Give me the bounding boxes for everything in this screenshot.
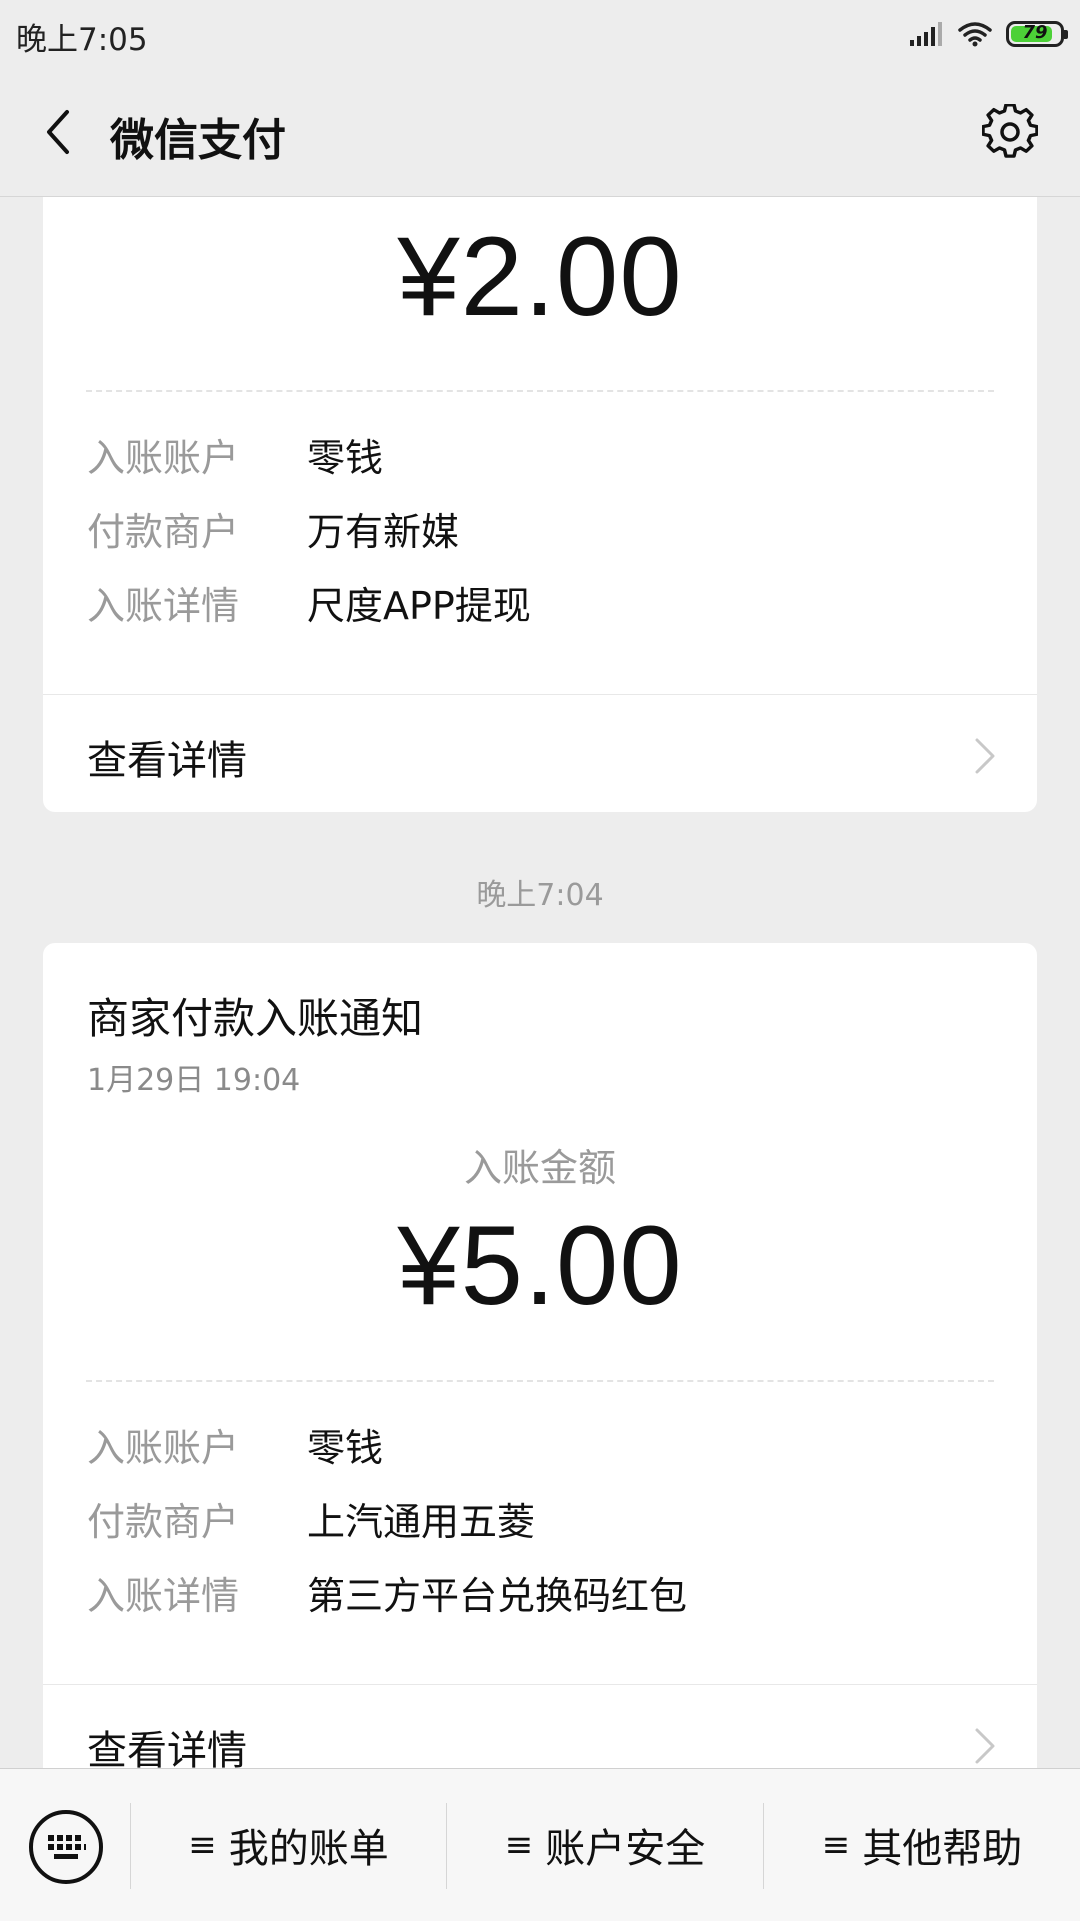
payment-notice-card: 商家付款入账通知 1月29日 19:04 入账金额 ¥5.00 入账账户 零钱 … xyxy=(43,943,1037,1768)
battery-level: 79 xyxy=(1022,22,1048,43)
info-label: 付款商户 xyxy=(87,509,240,554)
menu-label: 我的账单 xyxy=(228,1826,389,1872)
battery-icon: 79 xyxy=(1006,21,1068,47)
settings-button[interactable] xyxy=(978,100,1042,164)
keyboard-toggle-button[interactable] xyxy=(28,1809,104,1885)
info-label: 入账详情 xyxy=(87,1573,240,1618)
menu-lines-icon: ≡ xyxy=(188,1825,217,1865)
menu-lines-icon: ≡ xyxy=(821,1825,851,1865)
menu-my-bills[interactable]: ≡ 我的账单 xyxy=(131,1769,446,1921)
info-row-account: 入账账户 零钱 xyxy=(87,424,383,484)
card-title: 商家付款入账通知 xyxy=(87,994,424,1043)
info-label: 付款商户 xyxy=(87,1499,240,1544)
gear-icon xyxy=(982,104,1038,158)
info-label: 入账账户 xyxy=(87,435,240,480)
view-details-link[interactable]: 查看详情 xyxy=(43,1684,1037,1768)
keyboard-icon xyxy=(29,1810,103,1884)
info-row-merchant: 付款商户 上汽通用五菱 xyxy=(87,1488,535,1548)
menu-label: 其他帮助 xyxy=(862,1826,1023,1872)
dashed-divider xyxy=(86,390,994,392)
view-details-label: 查看详情 xyxy=(87,1728,247,1768)
status-bar: 晚上7:05 79 xyxy=(0,0,1080,68)
menu-other-help[interactable]: ≡ 其他帮助 xyxy=(764,1769,1080,1921)
amount-value: ¥5.00 xyxy=(397,1203,683,1328)
info-label: 入账详情 xyxy=(87,583,240,628)
info-value: 万有新媒 xyxy=(307,509,460,554)
amount-label: 入账金额 xyxy=(463,1146,616,1190)
time-separator: 晚上7:04 xyxy=(476,878,604,913)
back-arrow-icon xyxy=(47,110,69,154)
view-details-link[interactable]: 查看详情 xyxy=(43,694,1037,812)
info-row-detail: 入账详情 尺度APP提现 xyxy=(87,572,531,632)
payment-notice-card: ¥2.00 入账账户 零钱 付款商户 万有新媒 入账详情 尺度APP提现 查看详… xyxy=(43,196,1037,812)
info-value: 零钱 xyxy=(307,1425,384,1470)
menu-account-security[interactable]: ≡ 账户安全 xyxy=(447,1769,763,1921)
info-value: 上汽通用五菱 xyxy=(307,1499,536,1544)
bottom-menu-bar: ≡ 我的账单 ≡ 账户安全 ≡ 其他帮助 xyxy=(0,1768,1080,1921)
info-row-merchant: 付款商户 万有新媒 xyxy=(87,498,459,558)
back-button[interactable] xyxy=(28,102,88,162)
menu-lines-icon: ≡ xyxy=(504,1825,534,1865)
info-value: 第三方平台兑换码红包 xyxy=(307,1573,688,1618)
amount-value: ¥2.00 xyxy=(397,214,683,339)
status-time: 晚上7:05 xyxy=(16,22,148,58)
message-list[interactable]: ¥2.00 入账账户 零钱 付款商户 万有新媒 入账详情 尺度APP提现 查看详… xyxy=(0,196,1080,1768)
signal-icon xyxy=(910,22,942,46)
wifi-icon xyxy=(958,22,992,47)
menu-label: 账户安全 xyxy=(545,1826,706,1872)
info-value: 零钱 xyxy=(307,435,384,480)
status-icons: 79 xyxy=(910,16,1068,52)
info-row-detail: 入账详情 第三方平台兑换码红包 xyxy=(87,1562,687,1622)
card-date: 1月29日 19:04 xyxy=(87,1063,301,1098)
info-row-account: 入账账户 零钱 xyxy=(87,1414,383,1474)
info-value: 尺度APP提现 xyxy=(307,583,531,628)
dashed-divider xyxy=(86,1380,994,1382)
header: 微信支付 xyxy=(0,68,1080,197)
info-label: 入账账户 xyxy=(87,1425,240,1470)
view-details-label: 查看详情 xyxy=(87,738,247,784)
chevron-right-icon xyxy=(975,738,995,774)
chevron-right-icon xyxy=(975,1728,995,1764)
page-title: 微信支付 xyxy=(110,115,286,166)
